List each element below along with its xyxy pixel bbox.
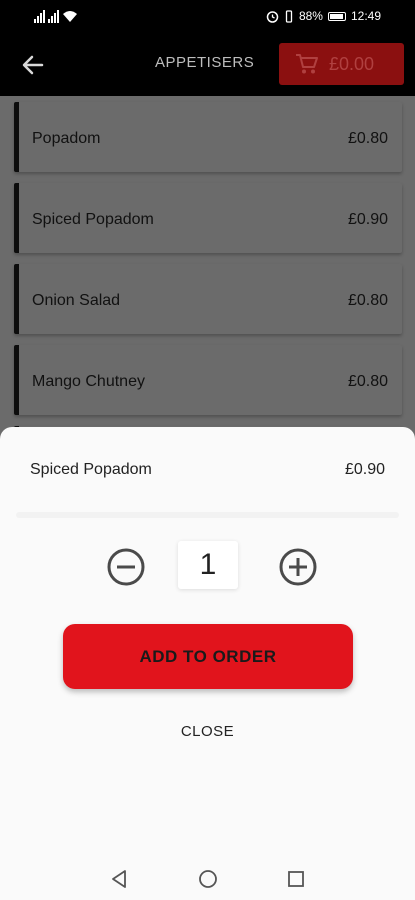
home-circle-icon: [199, 870, 217, 888]
item-price: £0.80: [347, 373, 388, 390]
item-name: Onion Salad: [32, 292, 121, 309]
item-name: Mango Chutney: [32, 373, 145, 390]
item-price: £0.80: [347, 130, 388, 147]
page-title: APPETISERS: [155, 54, 255, 71]
list-item[interactable]: Mango Chutney £0.80: [14, 345, 402, 415]
item-price: £0.90: [347, 211, 388, 228]
nav-back-button[interactable]: [107, 867, 131, 891]
alarm-icon: [266, 10, 279, 23]
clock: 12:49: [350, 9, 381, 23]
nav-home-button[interactable]: [196, 867, 220, 891]
status-right: 88% 12:49: [266, 9, 381, 23]
recents-square-icon: [288, 871, 304, 887]
minus-circle-icon: [107, 548, 145, 586]
plus-circle-icon: [279, 548, 317, 586]
signal-icon: [48, 10, 59, 23]
system-nav-bar: [0, 857, 415, 900]
battery-icon: [327, 11, 346, 21]
nav-recents-button[interactable]: [284, 867, 308, 891]
cart-icon: [296, 54, 318, 74]
list-item[interactable]: Onion Salad £0.80: [14, 264, 402, 334]
sheet-item-name: Spiced Popadom: [30, 461, 152, 478]
add-item-sheet: Spiced Popadom £0.90 1 ADD TO ORDER CLOS…: [0, 427, 415, 857]
increase-quantity-button[interactable]: [278, 547, 318, 587]
decrease-quantity-button[interactable]: [106, 547, 146, 587]
signal-icon: [34, 10, 45, 23]
arrow-left-icon: [22, 55, 44, 75]
quantity-value[interactable]: 1: [178, 541, 238, 589]
add-to-order-button[interactable]: ADD TO ORDER: [63, 624, 353, 689]
sheet-item-price: £0.90: [344, 461, 385, 478]
app-bar: APPETISERS £0.00: [0, 34, 415, 96]
back-button[interactable]: [18, 50, 48, 80]
list-item[interactable]: Spiced Popadom £0.90: [14, 183, 402, 253]
item-price: £0.80: [347, 292, 388, 309]
signal-indicators: [34, 9, 78, 23]
close-button[interactable]: CLOSE: [0, 723, 415, 740]
cart-button[interactable]: £0.00: [279, 43, 404, 85]
quantity-stepper: 1: [0, 541, 415, 593]
list-item[interactable]: Popadom £0.80: [14, 102, 402, 172]
vibrate-icon: [285, 9, 293, 23]
cart-total: £0.00: [329, 53, 375, 74]
status-bar: 88% 12:49: [0, 0, 415, 34]
item-name: Popadom: [32, 130, 101, 147]
battery-percent: 88%: [298, 9, 323, 23]
item-name: Spiced Popadom: [32, 211, 154, 228]
divider: [16, 512, 399, 518]
back-triangle-icon: [112, 870, 126, 888]
wifi-icon: [63, 11, 77, 22]
